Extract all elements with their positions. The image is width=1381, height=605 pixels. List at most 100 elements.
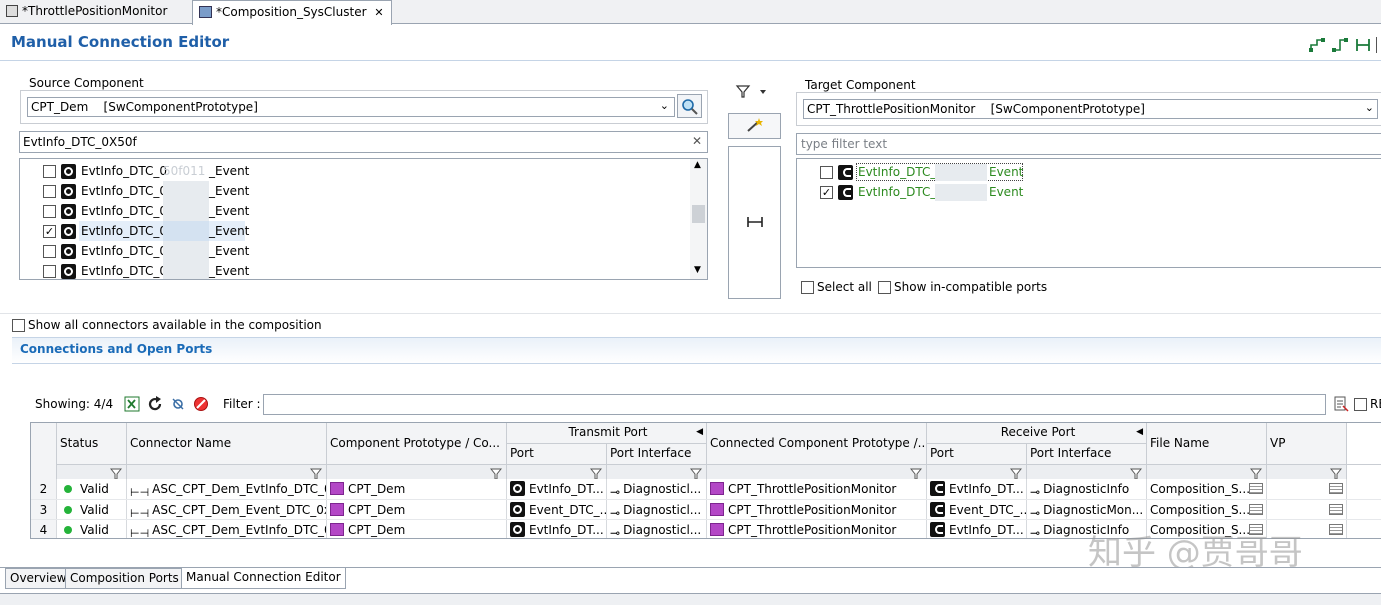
tx-port-header[interactable]: Port: [507, 444, 607, 465]
filter-options-button[interactable]: [170, 396, 186, 412]
rx-port-header[interactable]: Port: [927, 444, 1027, 465]
vertical-scrollbar[interactable]: ▲ ▼: [690, 159, 707, 279]
connected-component-header[interactable]: Connected Component Prototype /...: [707, 423, 927, 465]
re-label: RE: [1370, 397, 1381, 411]
excel-icon: [124, 396, 140, 412]
list-item[interactable]: EvtInfo_DTC_0 50f011 _Event: [20, 161, 680, 181]
list-item[interactable]: ✓ EvtInfo_DTC_0 Event: [797, 183, 1377, 203]
tab-composition-ports[interactable]: Composition Ports: [65, 568, 184, 589]
tab-composition-syscluster[interactable]: *Composition_SysCluster ✕: [192, 0, 392, 25]
port-checkbox[interactable]: [820, 166, 833, 179]
chevron-down-icon: ⌄: [1364, 101, 1374, 114]
select-all-label: Select all: [817, 280, 872, 294]
list-item[interactable]: ✓ EvtInfo_DTC_0 _Event: [20, 221, 680, 241]
interface-icon: ⊸: [1030, 506, 1041, 520]
sender-port-icon: [510, 481, 525, 496]
port-checkbox[interactable]: [43, 245, 56, 258]
select-all-checkbox[interactable]: [801, 281, 814, 294]
port-name-prefix: EvtInfo_DTC_0: [81, 184, 167, 198]
search-button[interactable]: [677, 94, 702, 118]
collapse-left-icon[interactable]: ◀: [1136, 423, 1143, 442]
port-name-prefix: EvtInfo_DTC_0: [81, 164, 167, 178]
rx-port-interface-header[interactable]: Port Interface: [1027, 444, 1147, 465]
target-port-list[interactable]: EvtInfo_DTC_0 Event ✓ EvtInfo_DTC_0 Even…: [796, 158, 1381, 268]
table-filter-input[interactable]: [263, 394, 1326, 415]
port-checkbox[interactable]: ✓: [820, 186, 833, 199]
search-icon: [682, 99, 698, 115]
table-icon[interactable]: [1249, 504, 1263, 515]
show-incompatible-checkbox[interactable]: [878, 281, 891, 294]
scroll-down-icon[interactable]: ▼: [694, 265, 701, 275]
port-checkbox[interactable]: ✓: [43, 225, 56, 238]
layout-left-icon[interactable]: [1309, 37, 1325, 53]
vp-header[interactable]: VP: [1267, 423, 1347, 465]
excel-export-button[interactable]: [124, 396, 140, 412]
connected-component-cell: CPT_ThrottlePositionMonitor: [707, 520, 927, 538]
connections-section-header: [12, 337, 1381, 363]
tab-manual-connection-editor[interactable]: Manual Connection Editor: [181, 568, 346, 589]
port-checkbox[interactable]: [43, 185, 56, 198]
section-title: Connections and Open Ports: [20, 342, 213, 356]
table-icon[interactable]: [1249, 483, 1263, 494]
source-component-select[interactable]: CPT_Dem [SwComponentPrototype] ⌄: [27, 97, 675, 117]
close-icon[interactable]: ✕: [374, 6, 383, 19]
list-item[interactable]: EvtInfo_DTC_0 _Event: [20, 201, 680, 221]
receive-port-header[interactable]: Receive Port ◀: [927, 423, 1147, 444]
filter-settings-icon: [172, 398, 184, 410]
filter-dropdown-button[interactable]: [735, 84, 771, 100]
list-item[interactable]: EvtInfo_DTC_0 _Event: [20, 241, 680, 261]
table-icon[interactable]: [1329, 524, 1343, 535]
show-all-connectors-checkbox[interactable]: [12, 319, 25, 332]
export-button[interactable]: [1333, 396, 1349, 412]
table-row[interactable]: 2 Valid ⊢⊣ ASC_CPT_Dem_EvtInfo_DTC_0... C…: [31, 479, 1381, 499]
auto-connect-button[interactable]: [728, 113, 781, 139]
transmit-port-header[interactable]: Transmit Port ◀: [507, 423, 707, 444]
empty-header: [1347, 423, 1381, 465]
port-checkbox[interactable]: [43, 165, 56, 178]
status-header[interactable]: Status: [57, 423, 127, 465]
port-checkbox[interactable]: [43, 265, 56, 278]
list-item[interactable]: EvtInfo_DTC_0 _Event: [20, 181, 680, 201]
re-checkbox[interactable]: [1354, 398, 1367, 411]
target-filter-input[interactable]: type filter text: [796, 133, 1381, 155]
receiver-port-icon: [930, 481, 945, 496]
source-port-list[interactable]: EvtInfo_DTC_0 50f011 _Event EvtInfo_DTC_…: [19, 158, 708, 280]
port-name-middle: 50f011: [163, 164, 206, 178]
refresh-button[interactable]: [147, 396, 163, 412]
connector-name-header[interactable]: Connector Name: [127, 423, 327, 465]
table-icon[interactable]: [1329, 504, 1343, 515]
component-icon: [330, 482, 344, 495]
redacted-area: [935, 164, 987, 181]
connected-component-cell: CPT_ThrottlePositionMonitor: [707, 500, 927, 520]
tab-overview[interactable]: Overview: [5, 568, 72, 589]
list-item[interactable]: EvtInfo_DTC_0 _Event: [20, 261, 680, 279]
table-row[interactable]: 3 Valid ⊢⊣ ASC_CPT_Dem_Event_DTC_0x... CP…: [31, 499, 1381, 520]
connector-icon: [747, 217, 763, 227]
port-name-suffix: Event: [989, 165, 1024, 179]
component-cell: CPT_Dem: [327, 520, 507, 538]
collapse-left-icon[interactable]: ◀: [696, 423, 703, 442]
more-icon[interactable]: [1376, 37, 1381, 53]
component-prototype-header[interactable]: Component Prototype / Co...: [327, 423, 507, 465]
component-cell: CPT_Dem: [327, 500, 507, 520]
list-item[interactable]: EvtInfo_DTC_0 Event: [797, 163, 1377, 183]
layout-right-icon[interactable]: [1332, 37, 1348, 53]
clear-icon[interactable]: ✕: [692, 134, 702, 148]
tx-interface-cell: ⊸ Diagnosticl...: [607, 479, 707, 499]
clear-filter-button[interactable]: [193, 396, 209, 412]
connect-icon[interactable]: [1355, 37, 1371, 53]
scroll-up-icon[interactable]: ▲: [694, 160, 701, 170]
table-icon[interactable]: [1329, 483, 1343, 494]
port-checkbox[interactable]: [43, 205, 56, 218]
tx-interface-cell: ⊸ Diagnosticl...: [607, 520, 707, 538]
target-component-select[interactable]: CPT_ThrottlePositionMonitor [SwComponent…: [803, 99, 1378, 119]
show-incompatible-label: Show in-compatible ports: [894, 280, 1048, 294]
interface-icon: ⊸: [1030, 526, 1041, 539]
source-filter-input[interactable]: EvtInfo_DTC_0X50f ✕: [19, 131, 708, 153]
tx-port-interface-header[interactable]: Port Interface: [607, 444, 707, 465]
tab-throttle-position-monitor[interactable]: *ThrottlePositionMonitor: [0, 0, 190, 23]
file-name-header[interactable]: File Name: [1147, 423, 1267, 465]
scroll-thumb[interactable]: [692, 205, 705, 223]
connect-button[interactable]: [728, 146, 781, 299]
redacted-area: [163, 221, 209, 241]
